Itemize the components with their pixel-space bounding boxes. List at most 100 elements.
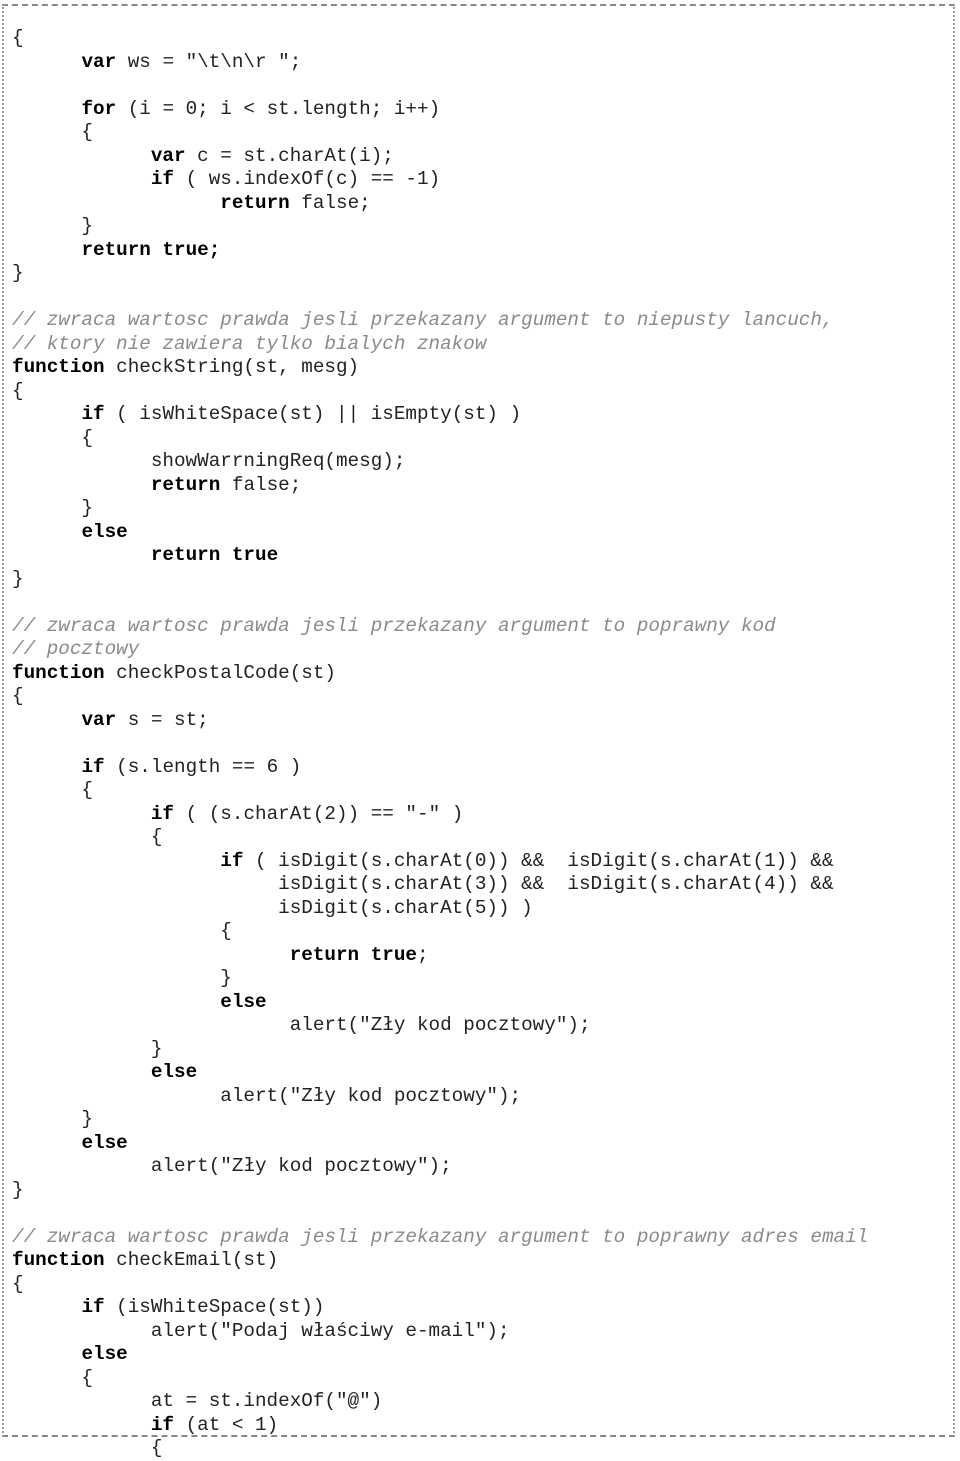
code-text: isDigit(s.charAt(3)) && isDigit(s.charAt… (12, 873, 834, 895)
code-text: false; (289, 191, 371, 214)
code-text: ( isDigit(s.charAt(0)) && isDigit(s.char… (243, 849, 834, 872)
code-line: } (12, 568, 868, 592)
code-keyword: if (81, 403, 105, 425)
code-line: // ktory nie zawiera tylko bialych znako… (12, 333, 868, 357)
code-keyword: return (220, 191, 290, 214)
code-line: if (isWhiteSpace(st)) (12, 1296, 868, 1320)
code-text: { (12, 1437, 163, 1459)
code-keyword: else (220, 990, 267, 1013)
code-line: at = st.indexOf("@") (12, 1390, 868, 1414)
code-text: { (12, 426, 93, 449)
code-comment: // pocztowy (12, 638, 140, 660)
code-line: var c = st.charAt(i); (12, 145, 868, 169)
code-keyword: var (81, 50, 117, 73)
code-line: function checkString(st, mesg) (12, 356, 868, 380)
code-text: checkEmail(st) (104, 1249, 279, 1271)
code-line: return false; (12, 192, 868, 216)
code-keyword: function (12, 356, 105, 378)
code-text: false; (220, 473, 302, 496)
code-line: alert("Zły kod pocztowy"); (12, 1014, 868, 1038)
code-line: if (s.length == 6 ) (12, 756, 868, 780)
code-text: (at < 1) (174, 1413, 279, 1436)
code-keyword: if (150, 1413, 175, 1436)
code-line: else (12, 1343, 868, 1367)
code-text: } (12, 567, 24, 590)
code-line: return true; (12, 239, 868, 263)
code-text: } (12, 1178, 24, 1201)
code-text: } (12, 262, 24, 284)
code-line: { (12, 1367, 868, 1391)
code-line: } (12, 497, 868, 521)
code-text: { (12, 826, 163, 848)
code-line: else (12, 521, 868, 545)
code-text: alert("Podaj właściwy e-mail"); (12, 1319, 510, 1342)
code-line: { (12, 920, 868, 944)
code-line: for (i = 0; i < st.length; i++) (12, 98, 868, 122)
code-keyword: function (12, 661, 105, 684)
code-text: } (12, 1108, 93, 1130)
code-keyword: if (220, 849, 244, 872)
code-text: (i = 0; i < st.length; i++) (116, 97, 441, 120)
code-line: } (12, 215, 868, 239)
code-text: { (12, 27, 24, 49)
code-text: ( isWhiteSpace(st) || isEmpty(st) ) (104, 403, 522, 425)
code-line: showWarrningReq(mesg); (12, 450, 868, 474)
code-listing: { var ws = "\t\n\r "; for (i = 0; i < st… (12, 27, 868, 1461)
code-text: showWarrningReq(mesg); (12, 450, 406, 472)
code-keyword: if (150, 802, 175, 825)
code-line: { (12, 380, 868, 404)
code-line: if (at < 1) (12, 1414, 868, 1438)
code-line: if ( isWhiteSpace(st) || isEmpty(st) ) (12, 403, 868, 427)
code-keyword: return true (150, 544, 279, 566)
code-line: { (12, 1437, 868, 1461)
code-text: ; (416, 943, 429, 966)
code-line: // zwraca wartosc prawda jesli przekazan… (12, 1226, 868, 1250)
code-line: { (12, 1273, 868, 1297)
code-text: s = st; (116, 708, 209, 731)
code-keyword: return true (289, 943, 417, 966)
code-line: return true (12, 544, 868, 568)
code-text: { (12, 920, 232, 942)
code-text: alert("Zły kod pocztowy"); (12, 1014, 591, 1036)
code-line: alert("Podaj właściwy e-mail"); (12, 1320, 868, 1344)
code-line: // zwraca wartosc prawda jesli przekazan… (12, 309, 868, 333)
code-line: isDigit(s.charAt(3)) && isDigit(s.charAt… (12, 873, 868, 897)
code-text: } (12, 967, 232, 989)
code-keyword: if (81, 755, 105, 778)
code-line: function checkEmail(st) (12, 1249, 868, 1273)
code-text: alert("Zły kod pocztowy"); (12, 1155, 452, 1177)
code-text: checkPostalCode(st) (104, 661, 336, 684)
code-comment: // zwraca wartosc prawda jesli przekazan… (12, 1225, 869, 1248)
code-keyword: var (81, 708, 117, 731)
code-comment: // zwraca wartosc prawda jesli przekazan… (12, 614, 776, 637)
code-line: return true; (12, 944, 868, 968)
code-line: else (12, 991, 868, 1015)
code-line: function checkPostalCode(st) (12, 662, 868, 686)
code-text: alert("Zły kod pocztowy"); (12, 1084, 522, 1107)
code-line: alert("Zły kod pocztowy"); (12, 1085, 868, 1109)
code-text: { (12, 685, 24, 707)
code-line: { (12, 27, 868, 51)
code-line: if ( isDigit(s.charAt(0)) && isDigit(s.c… (12, 850, 868, 874)
code-keyword: else (81, 1131, 128, 1154)
code-text: } (12, 215, 93, 237)
code-line: { (12, 779, 868, 803)
code-line: { (12, 685, 868, 709)
code-line: } (12, 1179, 868, 1203)
code-keyword: else (81, 520, 128, 543)
code-text: isDigit(s.charAt(5)) ) (12, 896, 533, 919)
code-keyword: return (150, 473, 221, 496)
